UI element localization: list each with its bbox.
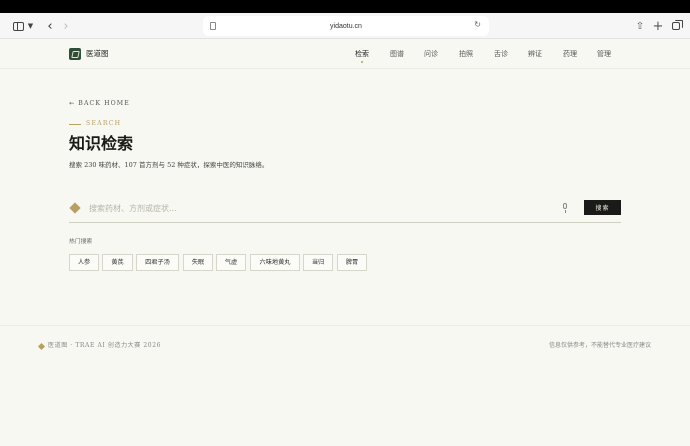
nav-item-graph[interactable]: 图谱 <box>390 48 404 60</box>
tab-overview-button[interactable] <box>668 13 684 39</box>
eyebrow-line <box>69 123 81 125</box>
hot-tag[interactable]: 脾胃 <box>337 254 367 271</box>
browser-back-button[interactable]: ‹ <box>42 13 58 39</box>
chevron-right-icon: › <box>63 18 69 34</box>
tabs-icon <box>672 20 683 30</box>
nav-label: 辨证 <box>528 50 542 58</box>
microphone-capsule <box>563 203 567 209</box>
chevron-down-icon: ▼ <box>27 22 34 30</box>
nav-item-diagnosis[interactable]: 辨证 <box>528 48 542 60</box>
search-input[interactable] <box>89 201 549 216</box>
microphone-icon[interactable] <box>561 203 569 214</box>
reload-icon[interactable]: ↻ <box>474 20 481 29</box>
nav-label: 舌诊 <box>494 50 508 58</box>
page-icon <box>210 22 216 30</box>
top-status-strip <box>0 0 690 13</box>
section-eyebrow: SEARCH <box>69 119 121 129</box>
nav-item-tongue[interactable]: 舌诊 <box>494 48 508 60</box>
hot-tag[interactable]: 四君子汤 <box>136 254 179 271</box>
arrow-left-icon: ← <box>69 100 76 107</box>
new-tab-button[interactable]: + <box>650 13 666 39</box>
hot-tag[interactable]: 当归 <box>303 254 333 271</box>
plus-icon: + <box>652 18 664 34</box>
main-nav: 检索 图谱 问诊 拍照 舌诊 辨证 药理 管理 <box>0 48 690 63</box>
nav-label: 问诊 <box>424 50 438 58</box>
diamond-icon <box>69 202 81 214</box>
hot-tag[interactable]: 气虚 <box>216 254 246 271</box>
nav-label: 药理 <box>563 50 577 58</box>
sidebar-icon <box>12 21 24 31</box>
address-bar[interactable]: yidaotu.cn ↻ <box>203 16 489 36</box>
back-home-label: BACK HOME <box>78 100 130 107</box>
address-url: yidaotu.cn <box>330 22 362 30</box>
nav-item-photo[interactable]: 拍照 <box>459 48 473 60</box>
hot-tag[interactable]: 失眠 <box>183 254 213 271</box>
share-icon: ⇧ <box>635 20 645 32</box>
eyebrow-label: SEARCH <box>86 120 122 127</box>
search-bar: 搜索 <box>69 197 621 223</box>
footer-disclaimer: 信息仅供参考，不能替代专业医疗建议 <box>548 342 651 349</box>
diamond-icon <box>37 342 46 351</box>
browser-toolbar: ▼ ‹ › yidaotu.cn ↻ ⇧ + <box>0 13 690 39</box>
microphone-stem <box>564 210 566 213</box>
nav-item-pharmacology[interactable]: 药理 <box>563 48 577 60</box>
search-button[interactable]: 搜索 <box>584 200 621 215</box>
hot-searches-label: 热门搜索 <box>69 239 93 245</box>
nav-label: 拍照 <box>459 50 473 58</box>
site-footer: 医道图 · TRAE AI 创造力大赛 2026 信息仅供参考，不能替代专业医疗… <box>0 325 690 446</box>
active-indicator-dot <box>361 61 363 63</box>
nav-item-consult[interactable]: 问诊 <box>424 48 438 60</box>
nav-item-admin[interactable]: 管理 <box>597 48 611 60</box>
nav-label: 管理 <box>597 50 611 58</box>
nav-item-search[interactable]: 检索 <box>355 48 369 63</box>
hot-tag[interactable]: 人参 <box>69 254 99 271</box>
nav-label: 图谱 <box>390 50 404 58</box>
footer-credit: 医道图 · TRAE AI 创造力大赛 2026 <box>48 342 162 349</box>
sidebar-toggle-button[interactable]: ▼ <box>8 13 38 39</box>
nav-label: 检索 <box>355 50 369 58</box>
hot-tag[interactable]: 六味地黄丸 <box>250 254 300 271</box>
page-title: 知识检索 <box>69 134 134 153</box>
chevron-left-icon: ‹ <box>47 18 53 34</box>
share-button[interactable]: ⇧ <box>632 13 648 39</box>
back-home-link[interactable]: ← BACK HOME <box>69 99 130 109</box>
browser-forward-button[interactable]: › <box>58 13 74 39</box>
site-header: 医道图 检索 图谱 问诊 拍照 舌诊 辨证 药理 管理 <box>0 39 690 69</box>
page-subtitle: 搜索 230 味药材、107 首方剂与 52 种症状，探索中医的知识脉络。 <box>69 161 269 169</box>
hot-tag[interactable]: 黄芪 <box>102 254 133 271</box>
